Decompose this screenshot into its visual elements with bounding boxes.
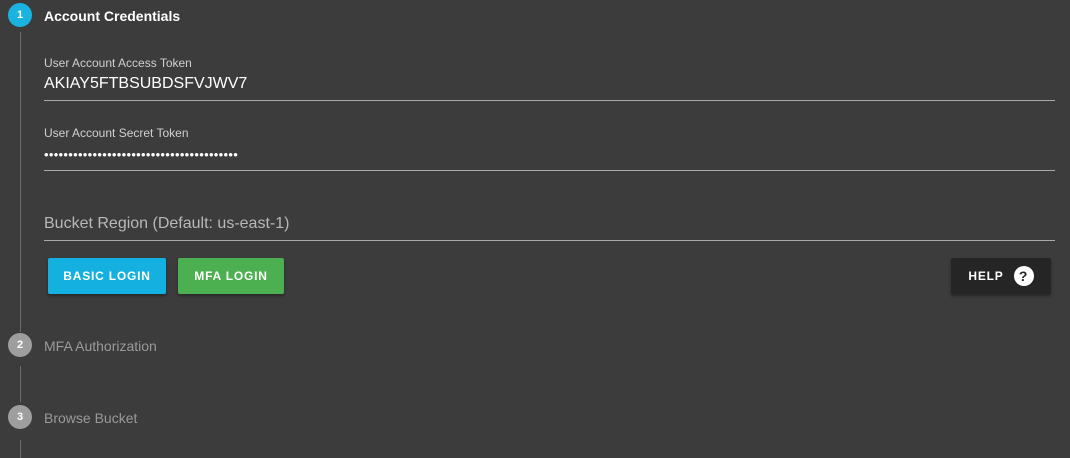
step-3-title[interactable]: Browse Bucket [44,410,137,426]
help-button[interactable]: HELP ? [951,258,1051,294]
bucket-region-underline [44,240,1055,241]
step-3-indicator: 3 [8,405,32,429]
bucket-region-field [44,210,1055,242]
step-connector-1 [20,32,21,332]
step-2-title[interactable]: MFA Authorization [44,338,157,354]
step-1-title[interactable]: Account Credentials [44,8,180,24]
step-2-indicator: 2 [8,333,32,357]
basic-login-button[interactable]: BASIC LOGIN [48,258,166,294]
access-token-underline [44,100,1055,101]
access-token-label: User Account Access Token [44,56,192,70]
secret-token-field: User Account Secret Token [44,125,1055,172]
secret-token-input[interactable] [44,144,1055,164]
mfa-login-button[interactable]: MFA LOGIN [178,258,284,294]
access-token-field: User Account Access Token [44,55,1055,102]
step-connector-3 [20,440,21,458]
step-connector-2 [20,366,21,402]
access-token-input[interactable] [44,74,1055,94]
login-stepper: 1 Account Credentials User Account Acces… [0,0,1070,458]
bucket-region-input[interactable] [44,213,1055,235]
help-circle-icon: ? [1013,266,1034,286]
secret-token-label: User Account Secret Token [44,126,189,140]
secret-token-underline [44,170,1055,171]
step-1-indicator: 1 [8,3,32,27]
help-button-label: HELP [968,269,1004,283]
